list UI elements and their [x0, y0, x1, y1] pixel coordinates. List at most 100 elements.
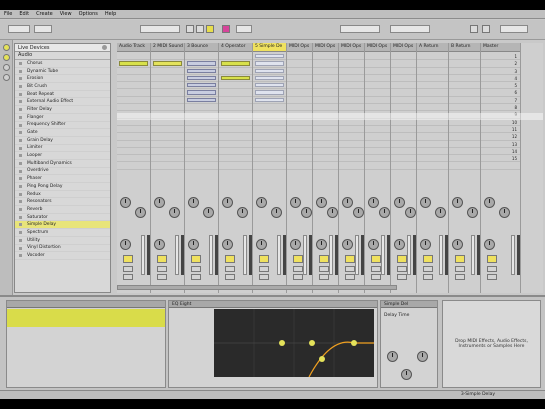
clip[interactable] [221, 61, 250, 66]
clip-slot[interactable] [151, 126, 184, 134]
clip-slot[interactable] [219, 60, 252, 68]
volume-fader[interactable] [181, 235, 184, 275]
clip-slot[interactable] [185, 75, 218, 83]
track-activator-button[interactable] [259, 255, 269, 263]
clip[interactable] [255, 75, 284, 81]
clip-slot[interactable] [219, 89, 252, 97]
clip-slot[interactable] [391, 104, 416, 112]
clip-slot[interactable] [287, 162, 312, 170]
clip-slot[interactable] [313, 162, 338, 170]
signature-field[interactable] [34, 25, 52, 33]
track-title[interactable]: MIDI Ops [391, 43, 416, 52]
clip-slot[interactable] [449, 141, 480, 148]
clip-slot[interactable] [417, 68, 448, 75]
send-a-knob[interactable] [368, 197, 379, 208]
clip-slot[interactable] [151, 162, 184, 170]
clip-slot[interactable] [287, 148, 312, 156]
clip-slot[interactable] [151, 82, 184, 90]
pan-knob[interactable] [484, 239, 495, 250]
track-title[interactable]: A Return [417, 43, 448, 52]
browser-item[interactable]: Gate [15, 129, 110, 137]
clip-slot[interactable] [449, 126, 480, 134]
send-b-knob[interactable] [499, 207, 510, 218]
arm-button[interactable] [225, 274, 235, 280]
clip-slot[interactable] [253, 133, 286, 141]
browser-item[interactable]: Frequency Shifter [15, 122, 110, 130]
track-activator-button[interactable] [191, 255, 201, 263]
pan-knob[interactable] [222, 239, 233, 250]
clip-slot[interactable] [117, 89, 150, 97]
pan-knob[interactable] [394, 239, 405, 250]
volume-fader[interactable] [445, 235, 448, 275]
clip-slot[interactable] [253, 148, 286, 156]
track-title[interactable]: Master [481, 43, 520, 52]
clip-slot[interactable] [365, 141, 390, 148]
clip-slot[interactable] [287, 133, 312, 141]
clip-slot[interactable] [449, 75, 480, 83]
browser-item[interactable]: Beat Repeat [15, 91, 110, 99]
browser-toggle-icon[interactable] [3, 44, 10, 51]
solo-button[interactable] [371, 266, 381, 272]
send-a-knob[interactable] [290, 197, 301, 208]
browser-item[interactable]: Limiter [15, 145, 110, 153]
clip[interactable] [187, 75, 216, 81]
clip-slot[interactable] [391, 75, 416, 83]
browser-item[interactable]: Ping Pong Delay [15, 183, 110, 191]
delay-right-knob[interactable] [417, 351, 428, 362]
clip-slot[interactable] [339, 104, 364, 112]
track-title[interactable]: Audio Track [117, 43, 150, 52]
browser-item[interactable]: Multiband Dynamics [15, 160, 110, 168]
send-a-knob[interactable] [222, 197, 233, 208]
arm-button[interactable] [259, 274, 269, 280]
clip-slot[interactable] [391, 82, 416, 90]
key-map-button[interactable] [470, 25, 478, 33]
tempo-field[interactable] [8, 25, 30, 33]
clip-slot[interactable] [449, 89, 480, 97]
browser-item[interactable]: Vinyl Distortion [15, 245, 110, 253]
clip-slot[interactable]: 2 [481, 60, 520, 68]
clip-slot[interactable] [253, 82, 286, 90]
track-title[interactable]: MIDI Ops [365, 43, 390, 52]
clip-slot[interactable] [417, 60, 448, 68]
browser-item[interactable]: Grain Delay [15, 137, 110, 145]
clip-slot[interactable] [417, 97, 448, 105]
clip-slot[interactable] [117, 126, 150, 134]
clip-slot[interactable]: 7 [481, 97, 520, 105]
send-b-knob[interactable] [467, 207, 478, 218]
clip[interactable] [255, 83, 284, 88]
clip-slot[interactable] [253, 162, 286, 170]
clip-slot[interactable] [287, 126, 312, 134]
browser-item[interactable]: External Audio Effect [15, 98, 110, 107]
clip-slot[interactable] [219, 141, 252, 148]
clip-slot[interactable] [339, 60, 364, 68]
arm-button[interactable] [345, 274, 355, 280]
clip-slot[interactable] [449, 97, 480, 105]
arm-button[interactable] [191, 274, 201, 280]
clip-slot[interactable] [151, 68, 184, 75]
clip-slot[interactable] [339, 68, 364, 75]
clip-slot[interactable] [339, 155, 364, 163]
clip-slot[interactable] [117, 141, 150, 148]
clip-slot[interactable] [219, 162, 252, 170]
clip-slot[interactable] [365, 60, 390, 68]
clip-slot[interactable] [339, 126, 364, 134]
clip-slot[interactable] [391, 133, 416, 141]
clip-slot[interactable] [417, 126, 448, 134]
clip-slot[interactable] [313, 60, 338, 68]
clip-slot[interactable] [391, 126, 416, 134]
send-a-knob[interactable] [188, 197, 199, 208]
clip-slot[interactable] [151, 155, 184, 163]
volume-fader[interactable] [413, 235, 416, 275]
clip[interactable] [255, 68, 284, 73]
browser-scroll-icon[interactable] [102, 45, 107, 50]
clip-slot[interactable] [391, 141, 416, 148]
clip-slot[interactable] [287, 141, 312, 148]
loop-length-field[interactable] [390, 25, 430, 33]
clip-slot[interactable] [287, 104, 312, 112]
clip-slot[interactable] [185, 162, 218, 170]
pan-knob[interactable] [342, 239, 353, 250]
clip-slot[interactable] [185, 155, 218, 163]
track-title[interactable]: 3 Bounce [185, 43, 218, 52]
clip-slot[interactable] [313, 82, 338, 90]
clip-slot[interactable] [313, 75, 338, 83]
